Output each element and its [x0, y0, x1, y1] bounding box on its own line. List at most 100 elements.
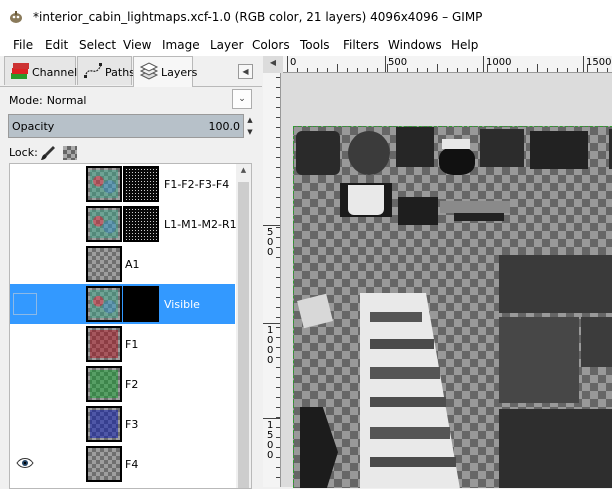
dock-tabs: Channels Paths Layers ◀	[0, 56, 262, 87]
visibility-toggle[interactable]	[13, 413, 37, 435]
menu-tools[interactable]: Tools	[300, 38, 330, 52]
visibility-toggle[interactable]	[13, 253, 37, 275]
ruler-minor-tick	[276, 477, 280, 478]
ruler-minor-tick	[607, 68, 608, 72]
texture-block	[440, 201, 510, 213]
layers-dock: Channels Paths Layers ◀ Mode: Normal ⌄ Op…	[0, 56, 262, 489]
ruler-label: 500	[388, 57, 408, 68]
layer-row[interactable]: F1-F2-F3-F4	[10, 164, 235, 204]
layer-row[interactable]: F1	[10, 324, 235, 364]
layer-mask-thumbnail[interactable]	[123, 286, 159, 322]
layer-name[interactable]: A1	[125, 258, 140, 271]
ruler-minor-tick	[587, 64, 588, 72]
ruler-minor-tick	[276, 267, 280, 268]
ruler-minor-tick	[276, 107, 280, 108]
texture-block	[370, 457, 456, 467]
ruler-minor-tick	[276, 387, 280, 388]
visibility-toggle[interactable]	[13, 453, 37, 475]
menu-windows[interactable]: Windows	[388, 38, 442, 52]
ruler-minor-tick	[276, 347, 280, 348]
tab-channels[interactable]: Channels	[4, 56, 83, 85]
ruler-minor-tick	[276, 187, 280, 188]
layer-thumbnail[interactable]	[86, 406, 122, 442]
layer-mask-thumbnail[interactable]	[123, 166, 159, 202]
ruler-minor-tick	[597, 68, 598, 72]
layer-name[interactable]: F3	[125, 418, 138, 431]
ruler-minor-tick	[276, 117, 280, 118]
lock-label: Lock:	[9, 146, 38, 159]
layer-row[interactable]: F3	[10, 404, 235, 444]
ruler-minor-tick	[417, 68, 418, 72]
opacity-spinner[interactable]: ▲ ▼	[245, 114, 255, 138]
visibility-toggle[interactable]	[13, 213, 37, 235]
layer-name[interactable]: F2	[125, 378, 138, 391]
layer-row[interactable]: F4	[10, 444, 235, 484]
ruler-minor-tick	[276, 207, 280, 208]
texture-block	[348, 185, 384, 215]
layer-thumbnail[interactable]	[86, 446, 122, 482]
ruler-minor-tick	[276, 217, 280, 218]
layer-name[interactable]: Visible	[164, 298, 200, 311]
mode-value[interactable]: Normal	[47, 94, 87, 107]
texture-block	[480, 129, 524, 167]
menu-file[interactable]: File	[13, 38, 33, 52]
menu-view[interactable]: View	[123, 38, 151, 52]
layer-row[interactable]: L1-M1-M2-R1	[10, 204, 237, 244]
visibility-toggle[interactable]	[13, 293, 37, 315]
scroll-up-icon[interactable]: ▲	[236, 166, 251, 178]
ruler-minor-tick	[276, 307, 280, 308]
ruler-label: 1000	[486, 57, 512, 68]
ruler-minor-tick	[547, 68, 548, 72]
layer-thumbnail[interactable]	[86, 286, 122, 322]
layer-row[interactable]: Visible	[10, 284, 235, 324]
quick-mask-corner-icon[interactable]: ◀	[267, 58, 279, 70]
menu-image[interactable]: Image	[162, 38, 200, 52]
ruler-major-tick	[483, 56, 484, 72]
ruler-minor-tick	[507, 68, 508, 72]
spin-up-icon: ▲	[247, 116, 253, 124]
ruler-minor-tick	[387, 64, 388, 72]
visibility-toggle[interactable]	[13, 333, 37, 355]
layer-thumbnail[interactable]	[86, 206, 122, 242]
opacity-slider[interactable]: Opacity 100.0	[8, 114, 244, 138]
image-canvas[interactable]	[293, 126, 612, 488]
tab-paths[interactable]: Paths	[77, 56, 135, 85]
scrollbar-thumb[interactable]	[238, 182, 249, 488]
texture-block	[348, 131, 390, 175]
layers-icon	[139, 62, 159, 80]
menu-filters[interactable]: Filters	[343, 38, 379, 52]
layer-thumbnail[interactable]	[86, 366, 122, 402]
visibility-toggle[interactable]	[13, 173, 37, 195]
layer-name[interactable]: F4	[125, 458, 138, 471]
layer-thumbnail[interactable]	[86, 326, 122, 362]
horizontal-ruler[interactable]: 0 500 1000 1500	[283, 56, 612, 73]
layer-thumbnail[interactable]	[86, 246, 122, 282]
layers-scrollbar[interactable]: ▲	[236, 164, 251, 488]
ruler-minor-tick	[276, 127, 280, 128]
ruler-minor-tick	[467, 68, 468, 72]
ruler-minor-tick	[276, 357, 280, 358]
tab-layers[interactable]: Layers	[133, 56, 197, 87]
layer-row[interactable]: F2	[10, 364, 235, 404]
ruler-minor-tick	[407, 68, 408, 72]
visibility-toggle[interactable]	[13, 373, 37, 395]
vertical-ruler[interactable]: 500 1000 1500	[263, 73, 281, 487]
lock-pixels-brush-icon[interactable]	[40, 145, 56, 161]
ruler-minor-tick	[276, 377, 280, 378]
layer-name[interactable]: F1-F2-F3-F4	[164, 178, 229, 191]
layer-name[interactable]: L1-M1-M2-R1	[164, 218, 237, 231]
ruler-minor-tick	[276, 367, 280, 368]
menu-layer[interactable]: Layer	[210, 38, 243, 52]
layer-mask-thumbnail[interactable]	[123, 206, 159, 242]
texture-block	[398, 197, 438, 225]
lock-alpha-checker-icon[interactable]	[63, 146, 77, 160]
layer-thumbnail[interactable]	[86, 166, 122, 202]
layer-name[interactable]: F1	[125, 338, 138, 351]
mode-dropdown-button[interactable]: ⌄	[232, 89, 252, 109]
menu-edit[interactable]: Edit	[45, 38, 68, 52]
menu-select[interactable]: Select	[79, 38, 116, 52]
menu-help[interactable]: Help	[451, 38, 478, 52]
layer-row[interactable]: A1	[10, 244, 235, 284]
dock-menu-button[interactable]: ◀	[238, 64, 253, 79]
menu-colors[interactable]: Colors	[252, 38, 290, 52]
